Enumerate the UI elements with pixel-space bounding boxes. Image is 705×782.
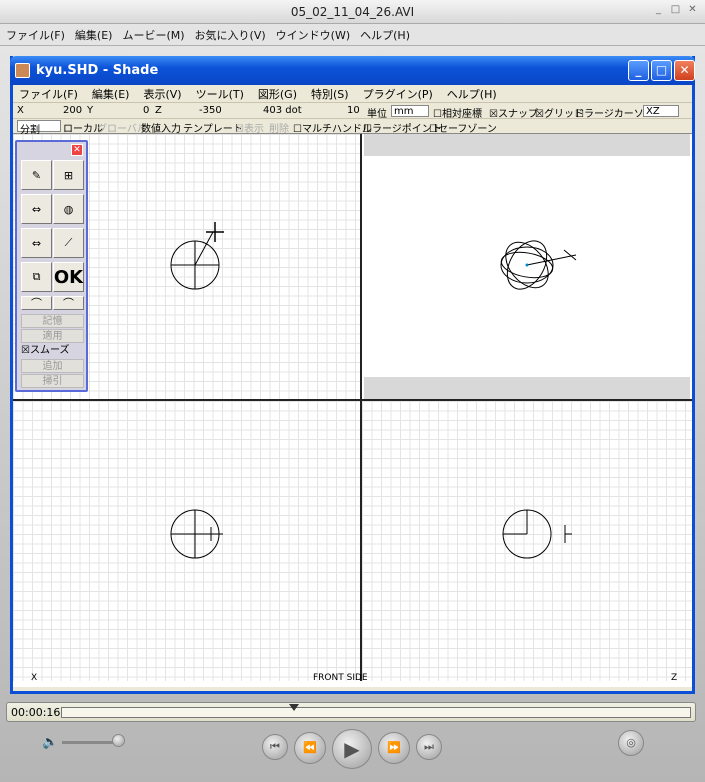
playhead[interactable] [289,704,300,711]
snap-checkbox[interactable]: ☒スナップ [489,105,538,120]
add-button[interactable]: 追加 [21,359,84,373]
shade-menu-tools[interactable]: ツール(T) [196,86,244,102]
shade-window: kyu.SHD - Shade _ □ ✕ ファイル(F) 編集(E) 表示(V… [10,56,695,694]
shade-title-bar: kyu.SHD - Shade _ □ ✕ [10,56,695,85]
volume-knob[interactable] [112,734,125,747]
unit-label: 単位 [367,109,387,120]
shade-close-button[interactable]: ✕ [674,60,695,81]
large-cursor-checkbox[interactable]: ☐ラージカーソル [575,105,654,120]
z-label: Z [155,105,162,116]
timeline-bar: 00:00:16 [6,702,696,722]
y-label: Y [87,105,94,116]
rewind-icon[interactable]: ⏪ [294,732,326,764]
shade-title: kyu.SHD - Shade [36,63,159,78]
x-value: 200 [63,105,83,116]
delete-button[interactable]: 削除 [269,120,289,135]
memory-button[interactable]: 記憶 [21,314,84,328]
side-view[interactable] [362,401,692,681]
unit-select[interactable]: mm [391,105,429,117]
quicktime-logo-icon: ◎ [618,730,644,756]
z-axis-label: Z [671,673,678,683]
split-select[interactable]: 分割 [17,120,61,136]
palette-close-button[interactable]: ✕ [71,144,83,156]
apply-button[interactable]: 適用 [21,329,84,343]
numeric-input-button[interactable]: 数値入力 [141,120,181,135]
view-name-label: FRONT SIDE [313,673,368,683]
player-menu-bar: ファイル(F) 編集(E) ムービー(M) お気に入り(V) ウインドウ(W) … [0,24,705,46]
viewport-divider-vertical[interactable] [360,134,362,681]
multi-handle-checkbox[interactable]: ☐マルチハンドル [293,120,372,135]
shade-menu-plugin[interactable]: プラグイン(P) [363,86,433,102]
stretch-tool-icon[interactable]: ⇔ [21,228,52,258]
shade-menu-shape[interactable]: 図形(G) [258,86,297,102]
sweep-button[interactable]: 掃引 [21,374,84,388]
front-view-drawing [170,509,223,559]
close-button[interactable]: ✕ [686,4,699,17]
go-to-start-icon[interactable]: ⏮ [262,734,288,760]
play-icon[interactable]: ▶ [332,729,372,769]
shade-menu-edit[interactable]: 編集(E) [92,86,130,102]
player-title-bar: 05_02_11_04_26.AVI [0,0,705,24]
template-button[interactable]: テンプレート [183,120,243,135]
go-to-end-icon[interactable]: ⏭ [416,734,442,760]
smooth-checkbox[interactable]: ☒スムーズ [21,344,84,358]
curve-large-icon[interactable]: ⌒ [53,296,84,310]
shade-menu-file[interactable]: ファイル(F) [19,86,78,102]
relative-coords-checkbox[interactable]: ☐相対座標 [433,105,482,120]
shade-maximize-button[interactable]: □ [651,60,672,81]
menu-window[interactable]: ウインドウ(W) [276,27,350,43]
pen-tool-icon[interactable]: ✎ [21,160,52,190]
coordinate-bar: X 200 Y 0 Z -350 403 dot 10 単位 mm ☐相対座標 … [13,104,692,120]
shade-menu-bar: ファイル(F) 編集(E) 表示(V) ツール(T) 図形(G) 特別(S) プ… [13,85,692,103]
maximize-button[interactable]: □ [669,4,682,17]
copy-tool-icon[interactable]: ⧉ [21,262,52,292]
timeline-scrubber[interactable] [61,704,691,718]
player-title: 05_02_11_04_26.AVI [290,5,415,19]
plane-select[interactable]: XZ [643,105,679,117]
resize-tool-icon[interactable]: ⇔ [21,194,52,224]
z-value: -350 [199,105,222,116]
sphere-drawing [500,240,577,290]
x-axis-label: X [31,673,38,683]
shade-app-icon [15,63,30,78]
menu-help[interactable]: ヘルプ(H) [360,27,410,43]
viewport-area: X FRONT SIDE Z [13,134,692,687]
shade-minimize-button[interactable]: _ [628,60,649,81]
fast-forward-icon[interactable]: ⏩ [378,732,410,764]
shade-menu-help[interactable]: ヘルプ(H) [447,86,497,102]
ok-button[interactable]: OK [53,262,84,292]
perspective-view[interactable] [362,134,692,399]
tool-palette: ✕ ✎ ⊞ ⇔ ◍ ⇔ ⟋ ⧉ OK ⌒ ⌒ 記憶 適用 ☒スムーズ 追加 掃引 [15,140,88,392]
viewport-divider-horizontal[interactable] [13,399,692,401]
shade-menu-view[interactable]: 表示(V) [143,86,181,102]
line-tool-icon[interactable]: ⟋ [53,228,84,258]
player-window-controls: _ □ ✕ [652,4,699,17]
hierarchy-tool-icon[interactable]: ⊞ [53,160,84,190]
y-value: 0 [143,105,150,116]
shade-menu-special[interactable]: 特別(S) [311,86,349,102]
time-display: 00:00:16 [11,706,61,719]
tool-bar: 分割 ローカル グローバル 数値入力 テンプレート ☒表示 削除 ☐マルチハンド… [13,119,692,136]
menu-file[interactable]: ファイル(F) [6,27,65,43]
menu-movie[interactable]: ムービー(M) [122,27,184,43]
cylinder-tool-icon[interactable]: ◍ [53,194,84,224]
safe-zone-checkbox[interactable]: ☐セーフゾーン [429,120,497,135]
front-view[interactable] [13,401,360,681]
menu-edit[interactable]: 編集(E) [75,27,113,43]
x-label: X [17,105,24,116]
volume-icon: 🔈 [42,735,59,750]
dot-value: 403 dot [263,105,302,116]
num-value: 10 [347,105,360,116]
minimize-button[interactable]: _ [652,4,665,17]
show-checkbox[interactable]: ☒表示 [235,120,264,135]
menu-favorites[interactable]: お気に入り(V) [195,27,266,43]
curve-small-icon[interactable]: ⌒ [21,296,52,310]
side-view-drawing [502,509,572,559]
global-button[interactable]: グローバル [97,120,147,135]
